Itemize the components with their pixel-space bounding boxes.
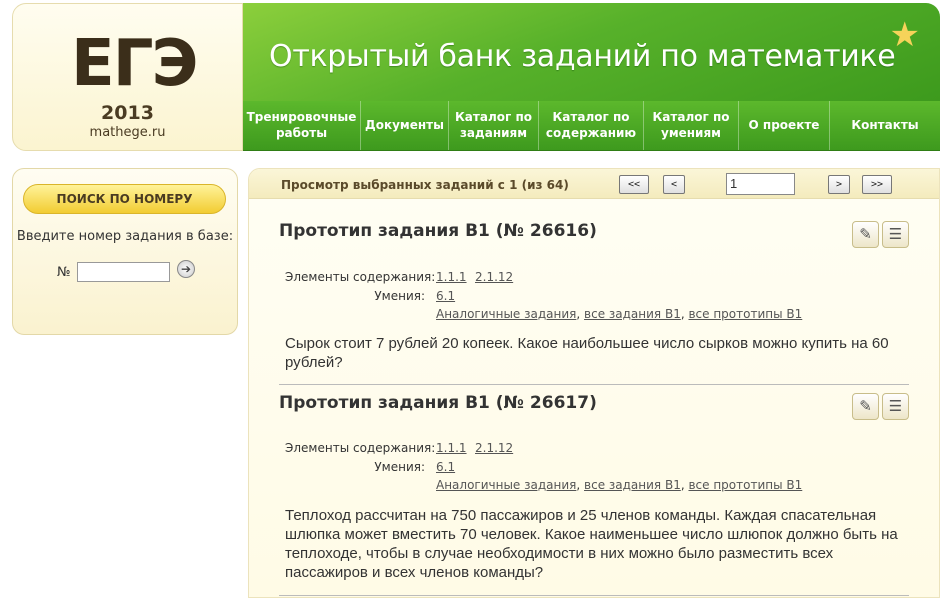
all-prototypes-link[interactable]: все прототипы B1 [688, 478, 802, 492]
pager-text: Просмотр выбранных заданий с 1 (из 64) [281, 178, 569, 192]
skills-label: Умения: [374, 289, 425, 303]
header-banner: Открытый банк заданий по математике ★ [243, 3, 940, 101]
prev-page-button[interactable]: < [663, 175, 685, 194]
nav-documents[interactable]: Документы [361, 101, 449, 150]
number-sign-label: № [57, 265, 71, 280]
task-title: Прототип задания B1 (№ 26617) [279, 393, 597, 413]
star-icon: ★ [889, 15, 920, 55]
pencil-icon[interactable]: ✎ [852, 221, 879, 248]
elements-label: Элементы содержания: [285, 270, 436, 284]
task-text: Сырок стоит 7 рублей 20 копеек. Какое на… [285, 335, 889, 371]
all-tasks-link[interactable]: все задания B1 [584, 307, 681, 321]
main-nav: Тренировочные работы Документы Каталог п… [243, 101, 940, 151]
last-page-button[interactable]: >> [862, 175, 892, 194]
search-label: Введите номер задания в базе: [16, 229, 234, 244]
first-page-button[interactable]: << [619, 175, 649, 194]
site-title: Открытый банк заданий по математике [269, 39, 896, 74]
nav-catalog-content[interactable]: Каталог по содержанию [539, 101, 644, 150]
skill-link[interactable]: 6.1 [436, 289, 455, 303]
notes-icon[interactable]: ☰ [882, 393, 909, 420]
nav-catalog-tasks[interactable]: Каталог по заданиям [449, 101, 539, 150]
nav-catalog-skills[interactable]: Каталог по умениям [644, 101, 739, 150]
element-link[interactable]: 1.1.1 [436, 270, 467, 284]
main-content: Просмотр выбранных заданий с 1 (из 64) <… [248, 168, 940, 598]
skill-link[interactable]: 6.1 [436, 460, 455, 474]
logo-year: 2013 [101, 102, 154, 124]
similar-tasks-link[interactable]: Аналогичные задания [436, 478, 576, 492]
divider [279, 595, 909, 596]
element-link[interactable]: 1.1.1 [436, 441, 467, 455]
task-text: Теплоход рассчитан на 750 пассажиров и 2… [285, 507, 898, 581]
task-number-input[interactable] [77, 262, 170, 282]
all-tasks-link[interactable]: все задания B1 [584, 478, 681, 492]
similar-tasks-link[interactable]: Аналогичные задания [436, 307, 576, 321]
nav-training-works[interactable]: Тренировочные работы [243, 101, 361, 150]
logo-site: mathege.ru [89, 125, 166, 140]
element-link[interactable]: 2.1.12 [475, 441, 513, 455]
nav-contacts[interactable]: Контакты [830, 101, 940, 150]
element-link[interactable]: 2.1.12 [475, 270, 513, 284]
task-card: Прототип задания B1 (№ 26616) ✎ ☰ [279, 221, 909, 248]
page-number-input[interactable]: 1 [726, 173, 795, 195]
divider [279, 384, 909, 385]
task-title: Прототип задания B1 (№ 26616) [279, 221, 597, 241]
elements-label: Элементы содержания: [285, 441, 436, 455]
task-actions: ✎ ☰ [852, 221, 909, 248]
pencil-icon[interactable]: ✎ [852, 393, 879, 420]
notes-icon[interactable]: ☰ [882, 221, 909, 248]
nav-about[interactable]: О проекте [739, 101, 830, 150]
go-arrow-icon[interactable]: ➔ [177, 260, 195, 278]
task-actions: ✎ ☰ [852, 393, 909, 420]
next-page-button[interactable]: > [828, 175, 850, 194]
skills-label: Умения: [374, 460, 425, 474]
pager-bar: Просмотр выбранных заданий с 1 (из 64) <… [249, 169, 939, 199]
logo[interactable]: ЕГЭ 2013 mathege.ru [12, 3, 243, 151]
logo-title: ЕГЭ [71, 27, 198, 101]
all-prototypes-link[interactable]: все прототипы B1 [688, 307, 802, 321]
search-panel: ПОИСК ПО НОМЕРУ Введите номер задания в … [12, 168, 238, 335]
task-card: Прототип задания B1 (№ 26617) ✎ ☰ [279, 393, 909, 420]
search-by-number-button[interactable]: ПОИСК ПО НОМЕРУ [23, 184, 226, 214]
